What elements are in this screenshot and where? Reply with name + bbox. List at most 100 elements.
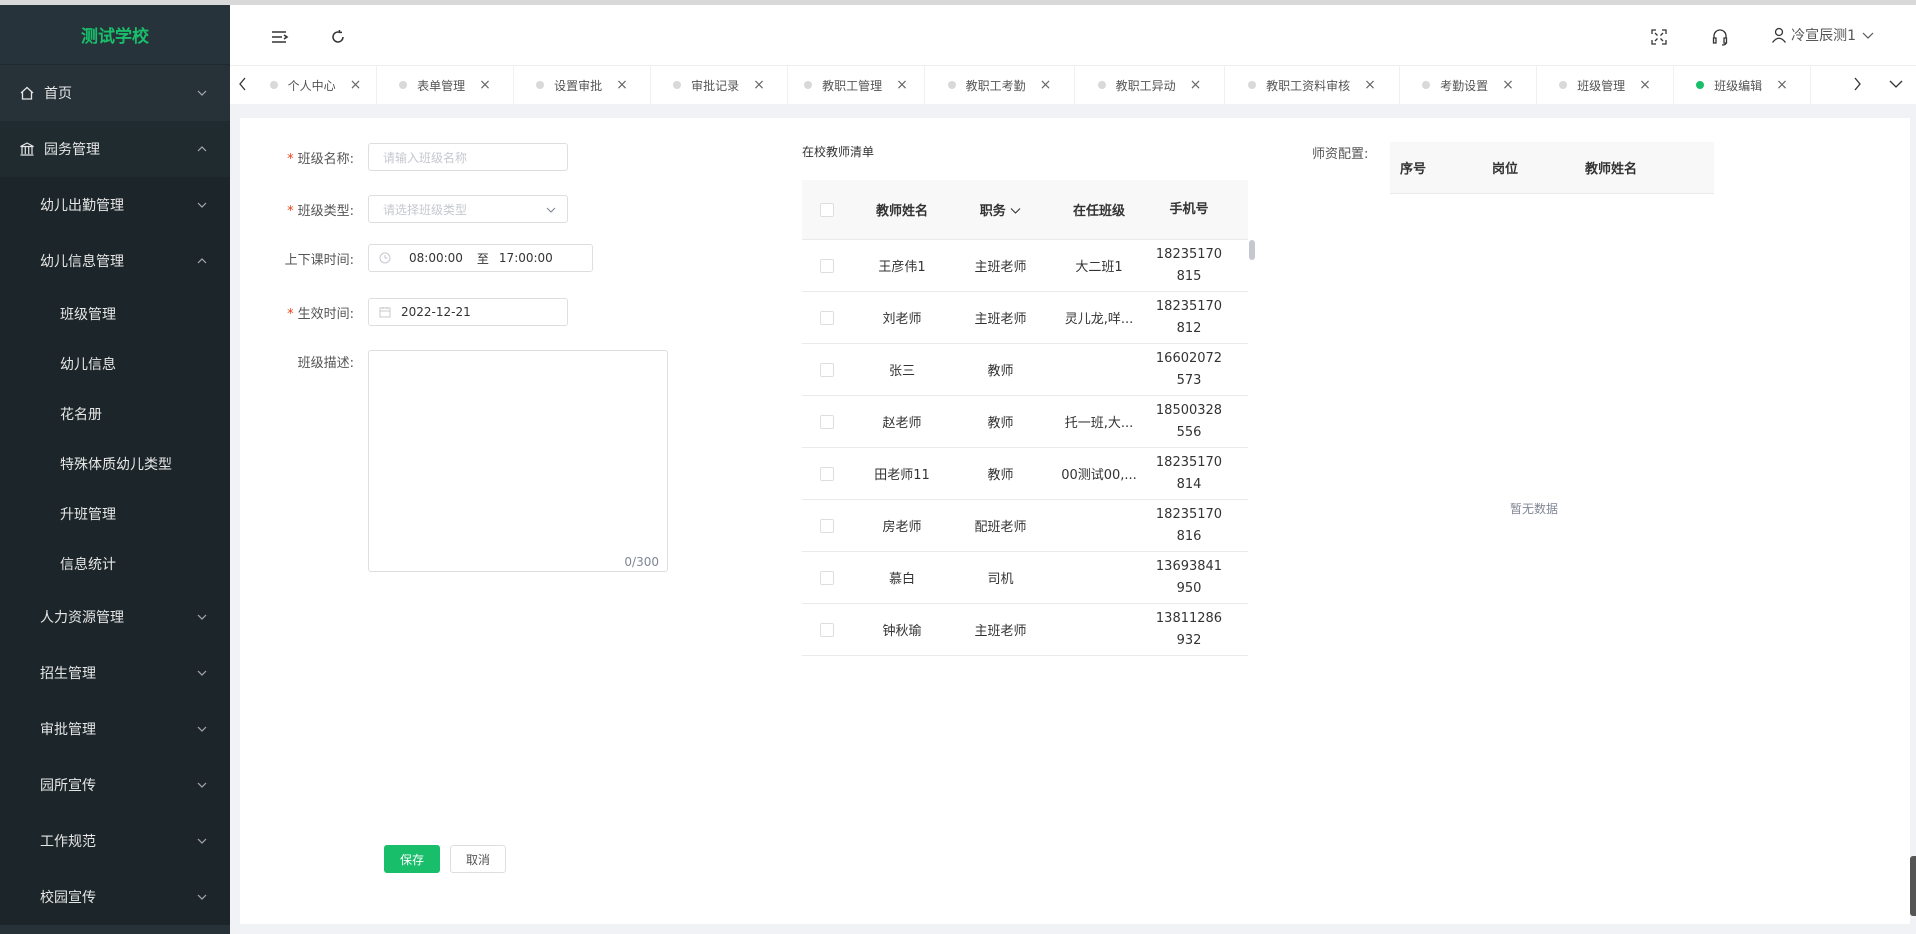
class-type-select[interactable]: 请选择班级类型 [368, 195, 568, 223]
table-row[interactable]: 赵老师 教师 托一班,大... 18500328556 [802, 396, 1248, 448]
close-icon[interactable]: × [896, 77, 908, 93]
sidebar-item-home[interactable]: 首页 [0, 65, 230, 121]
sidebar-item-campus-promo[interactable]: 校园宣传 [0, 869, 230, 925]
sidebar-menu: 首页 园务管理 幼儿出勤管理 幼儿信息管理 班级管理 幼儿信息 花名册 特殊体质… [0, 65, 230, 925]
row-checkbox[interactable] [820, 362, 834, 377]
row-checkbox[interactable] [820, 258, 834, 273]
select-all-checkbox[interactable] [820, 202, 834, 217]
tabs-bar: 个人中心 × 表单管理 × 设置审批 × 审批记录 × 教职工管理 × 教职工考勤 × 教职… [230, 65, 1916, 110]
table-row[interactable]: 钟秋瑜 主班老师 13811286932 [802, 604, 1248, 656]
col-header-no: 序号 [1400, 162, 1427, 177]
close-icon[interactable]: × [1040, 77, 1052, 93]
cell-name: 田老师11 [874, 468, 930, 483]
row-checkbox[interactable] [820, 518, 834, 533]
tab-label: 表单管理 [417, 78, 466, 93]
row-checkbox[interactable] [820, 570, 834, 585]
sidebar-item-child-attendance[interactable]: 幼儿出勤管理 [0, 177, 230, 233]
tabs-dropdown-icon[interactable] [1886, 74, 1906, 94]
refresh-icon[interactable] [328, 27, 348, 47]
sidebar-item-statistics[interactable]: 信息统计 [0, 539, 230, 589]
close-icon[interactable]: × [616, 77, 628, 93]
close-icon[interactable]: × [1190, 77, 1202, 93]
user-menu[interactable]: 冷宣辰测1 [1771, 25, 1874, 45]
table-row[interactable]: 慕白 司机 13693841950 [802, 552, 1248, 604]
cancel-button[interactable]: 取消 [450, 845, 506, 873]
effective-date-picker[interactable]: 2022-12-21 [368, 298, 568, 326]
effective-date-label: 生效时间: [297, 306, 354, 322]
tab-label: 审批记录 [691, 78, 740, 93]
sidebar-item-promotion[interactable]: 升班管理 [0, 489, 230, 539]
tab-attendance-settings[interactable]: 考勤设置 × [1400, 66, 1537, 104]
sidebar-item-label: 班级管理 [60, 307, 116, 323]
class-time-start: 08:00:00 [409, 251, 463, 265]
tab-staff-docs-review[interactable]: 教职工资料审核 × [1225, 66, 1400, 104]
close-icon[interactable]: × [350, 77, 362, 93]
tab-personal-center[interactable]: 个人中心 × [255, 66, 377, 104]
sidebar-item-garden-affairs[interactable]: 园务管理 [0, 121, 230, 177]
sidebar-item-hr[interactable]: 人力资源管理 [0, 589, 230, 645]
row-select-cell [802, 310, 852, 325]
sidebar-item-special-constitution[interactable]: 特殊体质幼儿类型 [0, 439, 230, 489]
save-button[interactable]: 保存 [384, 845, 440, 873]
tab-status-dot [1248, 81, 1257, 89]
table-row[interactable]: 张三 教师 16602072573 [802, 344, 1248, 396]
tabs-scroll-right-icon[interactable] [1847, 74, 1867, 94]
row-checkbox[interactable] [820, 310, 834, 325]
sidebar-item-enrollment[interactable]: 招生管理 [0, 645, 230, 701]
table-row[interactable]: 房老师 配班老师 18235170816 [802, 500, 1248, 552]
class-desc-textarea[interactable]: 0/300 [368, 350, 668, 572]
tab-class-edit[interactable]: 班级编辑 × [1674, 66, 1811, 104]
tab-status-dot [399, 81, 408, 89]
cell-duty: 主班老师 [974, 260, 1027, 275]
class-time-range-picker[interactable]: 08:00:00 至 17:00:00 [368, 244, 593, 272]
calendar-icon [379, 306, 391, 318]
row-checkbox[interactable] [820, 466, 834, 481]
tab-approval-records[interactable]: 审批记录 × [651, 66, 788, 104]
sidebar-item-promo[interactable]: 园所宣传 [0, 757, 230, 813]
row-select-cell [802, 362, 852, 377]
tab-status-dot [804, 81, 813, 89]
close-icon[interactable]: × [1364, 77, 1376, 93]
staff-config-table: 序号 岗位 教师姓名 [1390, 142, 1714, 194]
required-mark: * [287, 203, 294, 219]
tab-class-mgmt[interactable]: 班级管理 × [1537, 66, 1674, 104]
sidebar-item-roster[interactable]: 花名册 [0, 389, 230, 439]
table-row[interactable]: 田老师11 教师 00测试00,... 18235170814 [802, 448, 1248, 500]
user-name: 冷宣辰测1 [1791, 28, 1856, 44]
teacher-table: 教师姓名 职务 在任班级 手机号 王彦伟1 主班老师 大二班1 18235170815… [802, 180, 1248, 656]
fullscreen-icon[interactable] [1649, 27, 1669, 47]
tab-approval-settings[interactable]: 设置审批 × [514, 66, 651, 104]
sidebar-item-child-info-mgmt[interactable]: 幼儿信息管理 [0, 233, 230, 289]
close-icon[interactable]: × [753, 77, 765, 93]
tab-staff-mgmt[interactable]: 教职工管理 × [788, 66, 925, 104]
sidebar-item-child-info[interactable]: 幼儿信息 [0, 339, 230, 389]
cell-phone: 16602072573 [1155, 350, 1223, 388]
tabs-scroll-left-icon[interactable] [233, 74, 253, 94]
close-icon[interactable]: × [1639, 77, 1651, 93]
close-icon[interactable]: × [1776, 77, 1788, 93]
collapse-menu-icon[interactable] [270, 27, 290, 47]
row-checkbox[interactable] [820, 414, 834, 429]
table-row[interactable]: 王彦伟1 主班老师 大二班1 18235170815 [802, 240, 1248, 292]
close-icon[interactable]: × [1502, 77, 1514, 93]
tab-form-mgmt[interactable]: 表单管理 × [377, 66, 514, 104]
chevron-up-icon [197, 258, 207, 264]
cell-phone: 18235170816 [1155, 506, 1223, 544]
cell-class: 灵儿龙,咩... [1064, 312, 1134, 327]
col-header-duty[interactable]: 职务 [952, 200, 1049, 219]
table-row[interactable]: 刘老师 主班老师 灵儿龙,咩... 18235170812 [802, 292, 1248, 344]
row-checkbox[interactable] [820, 622, 834, 637]
tab-staff-changes[interactable]: 教职工异动 × [1075, 66, 1225, 104]
home-icon [18, 84, 36, 102]
sidebar-item-class-mgmt[interactable]: 班级管理 [0, 289, 230, 339]
headset-icon[interactable] [1710, 27, 1730, 47]
class-name-input[interactable]: 请输入班级名称 [368, 143, 568, 171]
side-float-handle[interactable] [1910, 856, 1916, 916]
tab-staff-attendance[interactable]: 教职工考勤 × [925, 66, 1075, 104]
table-scrollbar[interactable] [1249, 240, 1255, 260]
sidebar-item-work-standards[interactable]: 工作规范 [0, 813, 230, 869]
cell-class: 大二班1 [1075, 260, 1123, 275]
tab-status-dot [1696, 81, 1705, 89]
sidebar-item-approval[interactable]: 审批管理 [0, 701, 230, 757]
close-icon[interactable]: × [479, 77, 491, 93]
